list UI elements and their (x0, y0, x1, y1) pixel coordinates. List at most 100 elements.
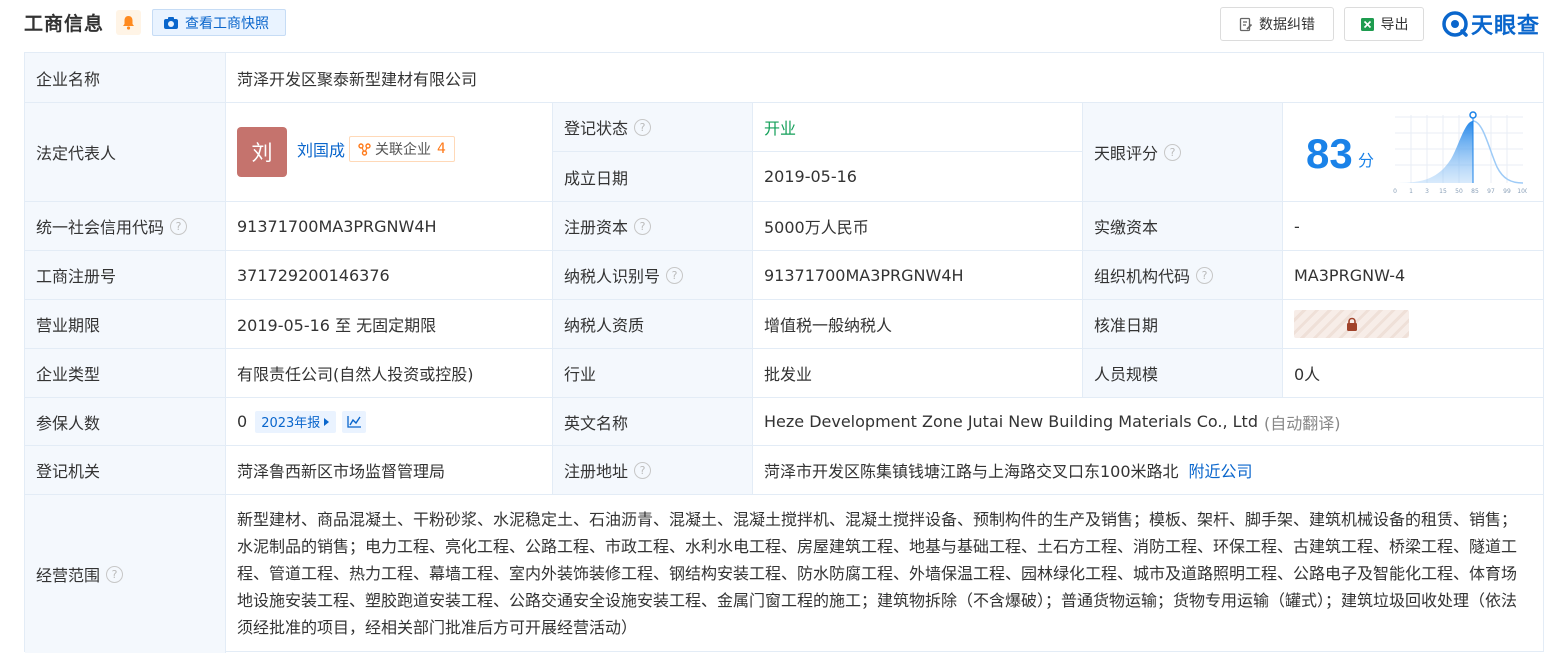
related-count: 4 (437, 141, 446, 157)
business-scope-text: 新型建材、商品混凝土、干粉砂浆、水泥稳定土、石油沥青、混凝土、混凝土搅拌机、混凝… (237, 510, 1518, 637)
label-text: 人员规模 (1094, 365, 1159, 384)
score-axis-tick: 0 (1393, 188, 1397, 195)
label-tax-qualification: 纳税人资质 (553, 300, 753, 349)
auto-translate-note: (自动翻译) (1263, 413, 1341, 433)
label-text: 工商注册号 (36, 267, 117, 286)
value-paid-capital: - (1283, 202, 1544, 251)
help-icon[interactable]: ? (106, 565, 124, 583)
label-text: 成立日期 (564, 168, 629, 188)
locked-value[interactable] (1294, 310, 1409, 338)
value-legal-rep: 刘 刘国成 关联企业 4 (226, 103, 553, 202)
value-org-code: MA3PRGNW-4 (1283, 251, 1544, 300)
relation-icon (358, 142, 371, 156)
section-title: 工商信息 (24, 13, 105, 35)
label-company-type: 企业类型 (25, 349, 226, 398)
score-value: 83 (1306, 130, 1353, 177)
data-correct-button[interactable]: 数据纠错 (1220, 7, 1334, 41)
label-text: 纳税人识别号 (564, 267, 661, 286)
value-tax-qualification: 增值税一般纳税人 (753, 300, 1083, 349)
label-text: 法定代表人 (36, 144, 117, 163)
help-icon[interactable]: ? (634, 118, 652, 136)
value-company-type: 有限责任公司(自然人投资或控股) (226, 349, 553, 398)
org-code-text: MA3PRGNW-4 (1294, 265, 1406, 285)
score-axis-tick: 85 (1471, 188, 1479, 195)
label-tianyan-score: 天眼评分? (1083, 103, 1283, 202)
label-english-name: 英文名称 (553, 398, 753, 446)
status-text: 开业 (764, 119, 797, 138)
credit-code-text: 91371700MA3PRGNW4H (237, 216, 437, 236)
value-reg-capital: 5000万人民币 (753, 202, 1083, 251)
bell-icon[interactable] (116, 10, 141, 35)
value-found-date: 2019-05-16 (753, 152, 1083, 202)
related-companies-tag[interactable]: 关联企业 4 (349, 136, 455, 162)
label-text: 登记状态 (564, 119, 629, 138)
company-type-text: 有限责任公司(自然人投资或控股) (237, 365, 474, 384)
industry-text: 批发业 (764, 365, 813, 384)
label-legal-rep: 法定代表人 (25, 103, 226, 202)
avatar[interactable]: 刘 (237, 127, 287, 177)
label-reg-no: 工商注册号 (25, 251, 226, 300)
value-reg-authority: 菏泽鲁西新区市场监督管理局 (226, 446, 553, 495)
label-text: 注册资本 (564, 218, 629, 237)
help-icon[interactable]: ? (1164, 143, 1182, 161)
score-axis-tick: 50 (1455, 188, 1463, 195)
label-reg-authority: 登记机关 (25, 446, 226, 495)
help-icon[interactable]: ? (1196, 266, 1214, 284)
export-button[interactable]: 导出 (1344, 7, 1424, 41)
camera-icon (164, 16, 178, 29)
help-icon[interactable]: ? (666, 266, 684, 284)
label-text: 参保人数 (36, 413, 101, 433)
help-icon[interactable]: ? (170, 217, 188, 235)
nearby-companies-link[interactable]: 附近公司 (1189, 458, 1253, 482)
staff-size-text: 0人 (1294, 365, 1321, 384)
found-date-text: 2019-05-16 (764, 167, 857, 186)
tianyancha-logo[interactable]: 天眼查 (1442, 8, 1540, 40)
label-text: 企业类型 (36, 365, 101, 384)
lock-icon (1346, 317, 1357, 331)
label-text: 登记机关 (36, 462, 101, 481)
label-text: 企业名称 (36, 69, 101, 89)
score-unit: 分 (1358, 151, 1375, 170)
correct-icon (1239, 17, 1253, 31)
value-tax-id: 91371700MA3PRGNW4H (753, 251, 1083, 300)
value-reg-no: 371729200146376 (226, 251, 553, 300)
label-text: 营业期限 (36, 316, 101, 335)
term-text: 2019-05-16 至 无固定期限 (237, 316, 437, 335)
label-staff-size: 人员规模 (1083, 349, 1283, 398)
score-axis-tick: 3 (1425, 188, 1429, 195)
label-reg-address: 注册地址? (553, 446, 753, 495)
label-text: 统一社会信用代码 (36, 218, 165, 237)
value-reg-status: 开业 (753, 103, 1083, 152)
label-company-name: 企业名称 (25, 53, 226, 103)
related-label: 关联企业 (375, 142, 432, 158)
help-icon[interactable]: ? (634, 461, 652, 479)
tax-qualification-text: 增值税一般纳税人 (764, 316, 893, 335)
excel-icon (1360, 17, 1374, 31)
reg-no-text: 371729200146376 (237, 265, 390, 285)
view-snapshot-button[interactable]: 查看工商快照 (152, 9, 286, 36)
company-name-text: 菏泽开发区聚泰新型建材有限公司 (237, 69, 478, 89)
annual-report-tag[interactable]: 2023年报 (255, 410, 337, 433)
legal-rep-link[interactable]: 刘国成 (297, 137, 345, 161)
trend-icon (347, 416, 361, 428)
label-paid-capital: 实缴资本 (1083, 202, 1283, 251)
value-reg-address: 菏泽市开发区陈集镇钱塘江路与上海路交叉口东100米路北 附近公司 (753, 446, 1544, 495)
label-text: 组织机构代码 (1094, 267, 1191, 286)
trend-chart-button[interactable] (342, 410, 367, 433)
score-axis-tick: 15 (1439, 188, 1447, 195)
label-found-date: 成立日期 (553, 152, 753, 202)
score-axis-tick: 97 (1487, 188, 1495, 195)
help-icon[interactable]: ? (634, 217, 652, 235)
value-credit-code: 91371700MA3PRGNW4H (226, 202, 553, 251)
label-text: 英文名称 (564, 413, 629, 433)
value-insured-count: 0 2023年报 (226, 398, 553, 446)
score-distribution-chart: 0 1 3 15 50 85 97 99 100 (1393, 111, 1527, 195)
label-text: 经营范围 (36, 566, 101, 585)
label-text: 天眼评分 (1094, 144, 1159, 163)
section-header: 工商信息 查看工商快照 数据纠错 导出 天眼查 (0, 0, 1565, 48)
insured-count-text: 0 (237, 412, 248, 431)
value-approval-date (1283, 300, 1544, 349)
label-approval-date: 核准日期 (1083, 300, 1283, 349)
logo-icon (1442, 11, 1468, 37)
label-business-term: 营业期限 (25, 300, 226, 349)
